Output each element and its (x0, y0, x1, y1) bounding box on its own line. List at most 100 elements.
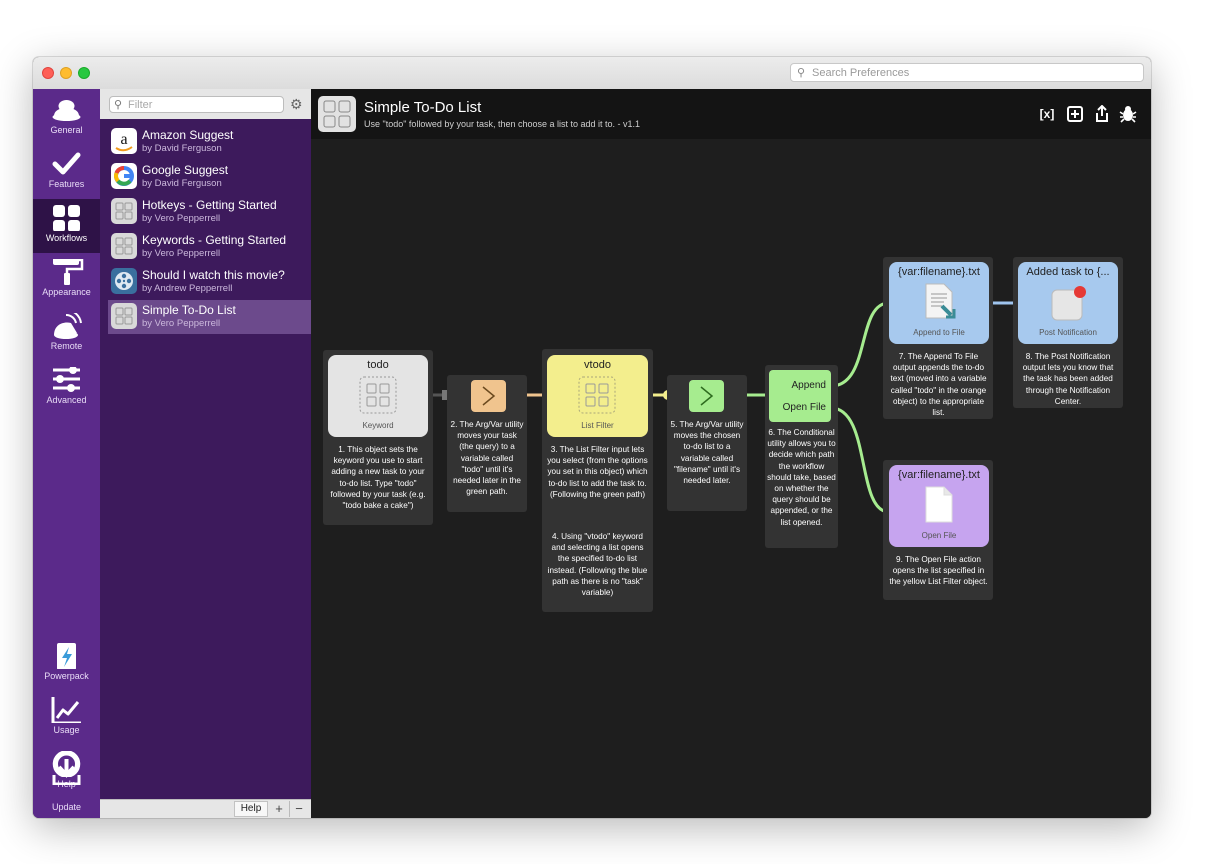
add-workflow-button[interactable]: + (270, 801, 288, 817)
sliders-icon (53, 367, 80, 392)
note-text: 1. This object sets the keyword you use … (330, 445, 426, 511)
nav-label: Workflows (45, 233, 88, 243)
document-append-icon (925, 283, 956, 319)
nav-item-powerpack[interactable]: Powerpack (33, 637, 100, 691)
nav-item-advanced[interactable]: Advanced (33, 361, 100, 415)
grid-icon (359, 376, 397, 414)
nav-label: General (50, 125, 83, 135)
amazon-icon: a (111, 128, 137, 154)
workflow-item[interactable]: Should I watch this movie? by Andrew Pep… (108, 265, 311, 299)
workflow-item-selected[interactable]: Simple To-Do List by Vero Pepperrell (108, 300, 311, 334)
search-icon: ⚲ (114, 99, 123, 111)
nav-item-remote[interactable]: Remote (33, 307, 100, 361)
workflow-grid-icon (111, 303, 137, 329)
nav-label: Powerpack (44, 671, 89, 681)
nav-label: Usage (53, 725, 80, 735)
workflow-name: Keywords - Getting Started (142, 233, 287, 247)
workflow-author: by Vero Pepperrell (142, 318, 221, 329)
object-type: Open File (921, 531, 957, 540)
condition-output-append: Append (791, 380, 826, 391)
nav-item-usage[interactable]: Usage (33, 691, 100, 745)
minimize-window-button[interactable] (60, 67, 72, 79)
append-to-file-object[interactable]: {var:filename}.txt Append to File (889, 262, 989, 344)
workflow-list-toolbar: Help + − (100, 799, 311, 818)
google-icon (111, 163, 137, 189)
chart-icon (51, 697, 81, 723)
list-filter-object[interactable]: vtodo List Filter (547, 355, 648, 437)
workflow-name: Amazon Suggest (142, 128, 234, 142)
alfred-preferences-window: ⚲ Search Preferences General Features Wo… (33, 57, 1151, 818)
nav-item-appearance[interactable]: Appearance (33, 253, 100, 307)
gear-icon[interactable]: ⚙ (290, 96, 303, 113)
workflow-author: by Vero Pepperrell (142, 248, 221, 259)
search-preferences-field[interactable]: ⚲ Search Preferences (790, 63, 1144, 82)
battery-icon (57, 643, 76, 669)
workflow-item[interactable]: Keywords - Getting Started by Vero Peppe… (108, 230, 311, 264)
document-icon (925, 486, 953, 523)
keyword-object[interactable]: todo Keyword (328, 355, 428, 437)
post-notification-object[interactable]: Added task to {... Post Notification (1018, 262, 1118, 344)
grid-icon (578, 376, 616, 414)
object-title: Added task to {... (1026, 266, 1110, 278)
argvar-utility-object[interactable] (471, 380, 506, 412)
chevron-right-icon (700, 386, 714, 406)
notification-icon (1051, 286, 1086, 321)
workflow-item[interactable]: Google Suggest by David Ferguson (108, 160, 311, 194)
nav-label: Appearance (42, 287, 91, 297)
conditional-object[interactable]: Append Open File (769, 370, 831, 422)
workflow-author: by Vero Pepperrell (142, 213, 221, 224)
film-reel-icon (111, 268, 137, 294)
workflow-author: by Andrew Pepperrell (142, 283, 233, 294)
note-text: 3. The List Filter input lets you select… (547, 445, 648, 499)
hat-icon (52, 100, 81, 121)
workflow-grid-icon (111, 233, 137, 259)
object-title: vtodo (584, 359, 611, 371)
remove-workflow-button[interactable]: − (289, 801, 308, 817)
search-icon: ⚲ (797, 67, 806, 79)
note-text: 7. The Append To File output appends the… (890, 352, 987, 418)
help-button[interactable]: Help (234, 801, 268, 817)
condition-output-open-file: Open File (782, 402, 826, 413)
grid-icon (53, 205, 80, 231)
workflow-name: Simple To-Do List (142, 303, 236, 317)
svg-text:a: a (120, 131, 127, 148)
nav-item-general[interactable]: General (33, 91, 100, 145)
workflow-name: Google Suggest (142, 163, 229, 177)
workflow-item[interactable]: Hotkeys - Getting Started by Vero Pepper… (108, 195, 311, 229)
note-text: 8. The Post Notification output lets you… (1022, 352, 1114, 406)
note-text: 5. The Arg/Var utility moves the chosen … (670, 420, 744, 486)
search-placeholder: Search Preferences (812, 67, 910, 79)
nav-item-workflows[interactable]: Workflows (33, 199, 100, 253)
download-icon (52, 759, 81, 785)
filter-input[interactable]: ⚲ Filter (109, 96, 284, 113)
object-title: {var:filename}.txt (898, 469, 980, 481)
note-text: 9. The Open File action opens the list s… (889, 555, 988, 587)
zoom-window-button[interactable] (78, 67, 90, 79)
workflow-list-panel: ⚲ Filter ⚙ a Amazon Suggest by David Fer… (100, 89, 311, 818)
title-bar: ⚲ Search Preferences (33, 57, 1151, 90)
nav-label: Advanced (46, 395, 87, 405)
nav-item-update[interactable]: Update (33, 759, 100, 818)
workflow-item[interactable]: a Amazon Suggest by David Ferguson (108, 125, 311, 159)
workflow-name: Should I watch this movie? (142, 268, 285, 282)
note-text: 6. The Conditional utility allows you to… (767, 428, 836, 527)
nav-label: Remote (50, 341, 83, 351)
object-title: {var:filename}.txt (898, 266, 980, 278)
filter-bar: ⚲ Filter ⚙ (100, 89, 311, 119)
nav-label: Update (51, 802, 82, 812)
nav-item-features[interactable]: Features (33, 145, 100, 199)
object-type: Post Notification (1039, 328, 1097, 337)
argvar-utility-object[interactable] (689, 380, 724, 412)
workflow-canvas[interactable]: Simple To-Do List Use "todo" followed by… (311, 89, 1151, 818)
close-window-button[interactable] (42, 67, 54, 79)
workflow-grid-icon (111, 198, 137, 224)
filter-placeholder: Filter (128, 99, 153, 111)
remote-icon (54, 313, 82, 339)
open-file-object[interactable]: {var:filename}.txt Open File (889, 465, 989, 547)
chevron-right-icon (482, 386, 496, 406)
object-title: todo (367, 359, 389, 371)
sidebar-nav: General Features Workflows Appearance Re… (33, 89, 100, 818)
note-text: 4. Using "vtodo" keyword and selecting a… (547, 532, 648, 598)
object-type: List Filter (581, 421, 614, 430)
workflow-author: by David Ferguson (142, 143, 222, 154)
